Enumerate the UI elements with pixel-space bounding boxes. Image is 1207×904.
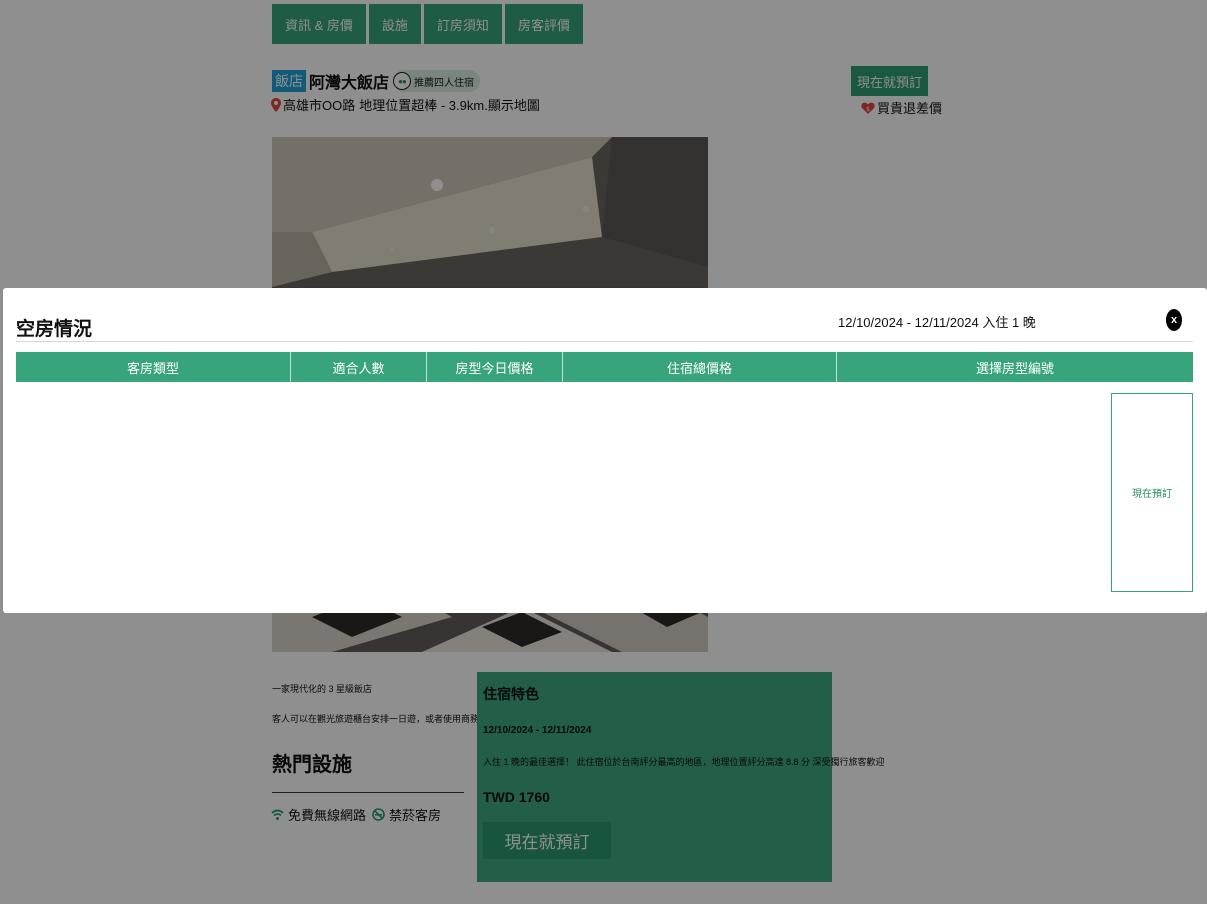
room-table-header: 客房類型 適合人數 房型今日價格 住宿總價格 選擇房型編號 xyxy=(16,352,1193,382)
column-room-type: 客房類型 xyxy=(16,352,291,382)
modal-divider xyxy=(16,341,1193,342)
column-total-price: 住宿總價格 xyxy=(563,352,837,382)
modal-date-range: 12/10/2024 - 12/11/2024 入住 1 晚 xyxy=(838,315,1036,330)
room-book-button[interactable]: 現在預訂 xyxy=(1111,393,1193,592)
close-button[interactable]: x xyxy=(1166,309,1182,331)
column-today-price: 房型今日價格 xyxy=(427,352,563,382)
hotel-page: 資訊 & 房價 設施 訂房須知 房客評價 飯店 阿灣大飯店 ●● 推薦四人住宿 … xyxy=(0,0,1207,904)
modal-title: 空房情況 xyxy=(16,319,93,340)
availability-modal: 空房情況 12/10/2024 - 12/11/2024 入住 1 晚 x 客房… xyxy=(3,288,1207,613)
column-select-room: 選擇房型編號 xyxy=(975,360,1054,376)
column-occupancy: 適合人數 xyxy=(291,352,427,382)
